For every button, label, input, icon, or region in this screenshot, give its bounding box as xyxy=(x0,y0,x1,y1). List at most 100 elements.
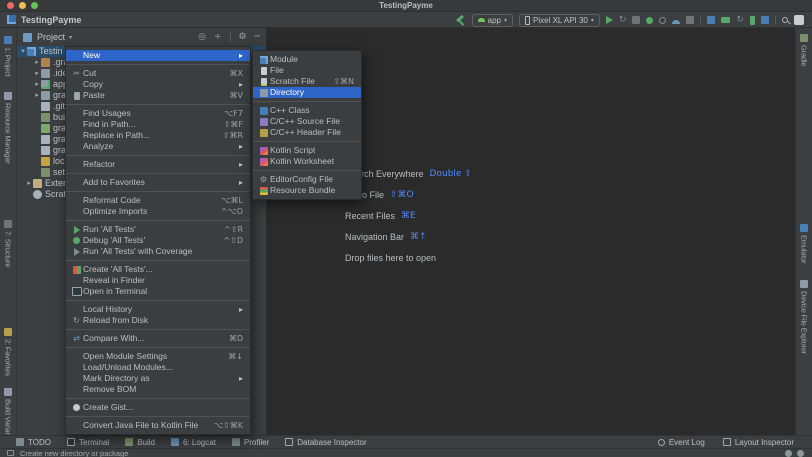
hint-label: Navigation Bar xyxy=(345,233,404,242)
menu-item[interactable]: Optimize Imports ^⌥O xyxy=(66,206,250,217)
tree-item-icon xyxy=(27,47,36,56)
menu-item[interactable]: Run 'All Tests' with Coverage xyxy=(66,246,250,257)
device-mirror-button[interactable] xyxy=(750,16,755,25)
toolwindow-database-inspector[interactable]: Database Inspector xyxy=(285,438,366,447)
feedback-emoji-icon[interactable] xyxy=(797,450,804,457)
profiler-button[interactable] xyxy=(672,20,680,24)
menu-item[interactable]: Module xyxy=(253,54,361,65)
menu-item-label: C/C++ Source File xyxy=(270,116,340,127)
device-selector[interactable]: Pixel XL API 30 ▾ xyxy=(519,14,600,27)
apply-changes-button[interactable]: ↻ xyxy=(619,16,627,25)
hide-panel-button[interactable]: ─ xyxy=(255,32,260,42)
menu-item[interactable]: Directory xyxy=(253,87,361,98)
menu-item[interactable]: Load/Unload Modules... xyxy=(66,362,250,373)
menu-item[interactable]: Kotlin Script xyxy=(253,145,361,156)
menu-section: Create 'All Tests'... Reveal in Finder O… xyxy=(66,260,250,297)
panel-settings-button[interactable]: ⚙ xyxy=(239,32,247,42)
menu-item[interactable]: Copy xyxy=(66,79,250,90)
toolwindow-todo[interactable]: TODO xyxy=(16,438,51,447)
avd-manager-button[interactable] xyxy=(721,17,730,23)
menu-item[interactable]: Open in Terminal xyxy=(66,286,250,297)
menu-item[interactable]: C/C++ Source File xyxy=(253,116,361,127)
search-everywhere-button[interactable] xyxy=(782,17,788,23)
menu-item[interactable]: Find Usages ⌥F7 xyxy=(66,108,250,119)
menu-item[interactable]: New xyxy=(66,50,250,61)
toolwindow-logcat[interactable]: 6: Logcat xyxy=(171,438,216,447)
device-manager-button[interactable] xyxy=(707,16,715,24)
menu-item-shortcut: ⌥F7 xyxy=(214,108,243,119)
menu-item[interactable]: Replace in Path... ⇧⌘R xyxy=(66,130,250,141)
menu-item[interactable]: Local History xyxy=(66,304,250,315)
run-button[interactable] xyxy=(606,16,613,24)
sidebar-item-gradle[interactable]: Gradle xyxy=(796,34,812,66)
menu-item[interactable]: Convert Java File to Kotlin File ⌥⇧⌘K xyxy=(66,420,250,431)
menu-item-label: Optimize Imports xyxy=(83,206,147,217)
menu-item[interactable]: Debug 'All Tests' ^⇧D xyxy=(66,235,250,246)
attach-debugger-button[interactable] xyxy=(659,17,666,24)
sidebar-item-resource-manager[interactable]: Resource Manager xyxy=(0,92,16,164)
menu-item[interactable]: Analyze xyxy=(66,141,250,152)
menu-item[interactable]: Reformat Code ⌥⌘L xyxy=(66,195,250,206)
toolwindow-profiler[interactable]: Profiler xyxy=(232,438,269,447)
project-view-selector[interactable]: Project xyxy=(37,32,65,42)
hint-shortcut: ⌘↑ xyxy=(410,233,427,242)
status-icon xyxy=(7,450,14,456)
sidebar-item-emulator[interactable]: Emulator xyxy=(796,224,812,263)
sdk-manager-button[interactable] xyxy=(761,16,769,24)
menu-item[interactable]: Create 'All Tests'... xyxy=(66,264,250,275)
menu-item[interactable]: Reload from Disk xyxy=(66,315,250,326)
menu-item[interactable]: Run 'All Tests' ^⇧R xyxy=(66,224,250,235)
menu-item[interactable]: Paste ⌘V xyxy=(66,90,250,101)
expand-arrow-icon[interactable]: ▸ xyxy=(25,178,33,189)
menu-item[interactable]: Remove BOM xyxy=(66,384,250,395)
expand-arrow-icon[interactable]: ▸ xyxy=(33,90,41,101)
expand-arrow-icon[interactable]: ▸ xyxy=(33,68,41,79)
sidebar-item-device-file-explorer[interactable]: Device File Explorer xyxy=(796,280,812,354)
stop-button[interactable] xyxy=(686,16,694,24)
expand-arrow-icon[interactable]: ▸ xyxy=(33,79,41,90)
feedback-emoji-icon[interactable] xyxy=(785,450,792,457)
menu-item[interactable]: EditorConfig File xyxy=(253,174,361,185)
menu-item[interactable]: Add to Favorites xyxy=(66,177,250,188)
menu-item[interactable]: Find in Path... ⇧⌘F xyxy=(66,119,250,130)
tree-item-icon xyxy=(41,80,50,89)
menu-item[interactable]: Scratch File ⇧⌘N xyxy=(253,76,361,87)
menu-item[interactable]: C/C++ Header File xyxy=(253,127,361,138)
menu-item[interactable]: Reveal in Finder xyxy=(66,275,250,286)
debug-button[interactable] xyxy=(646,17,653,24)
build-hammer-icon[interactable] xyxy=(455,15,466,26)
menu-item-label: Debug 'All Tests' xyxy=(83,235,145,246)
menu-item[interactable]: File xyxy=(253,65,361,76)
toolwindow-event-log[interactable]: Event Log xyxy=(658,438,705,447)
collapse-all-button[interactable]: ÷ xyxy=(214,32,222,42)
menu-item[interactable]: Refactor xyxy=(66,159,250,170)
toolbar-divider xyxy=(700,15,701,25)
toolwindow-layout-inspector[interactable]: Layout Inspector xyxy=(723,438,794,447)
expand-arrow-icon[interactable]: ▾ xyxy=(19,46,27,57)
sidebar-item-favorites[interactable]: 2: Favorites xyxy=(0,328,16,376)
sidebar-item-build-variants[interactable]: Build Variants xyxy=(0,388,16,435)
sidebar-item-structure[interactable]: 7: Structure xyxy=(0,220,16,267)
toolwindow-terminal[interactable]: Terminal xyxy=(67,438,109,447)
sidebar-item-project[interactable]: 1: Project xyxy=(0,36,16,77)
toolwindow-build[interactable]: Build xyxy=(125,438,155,447)
menu-item[interactable]: Open Module Settings ⌘↓ xyxy=(66,351,250,362)
menu-item[interactable]: C++ Class xyxy=(253,105,361,116)
profile-avatar[interactable] xyxy=(794,15,804,25)
new-submenu: Module File Scratch File ⇧⌘N xyxy=(252,50,362,200)
menu-item[interactable]: Resource Bundle xyxy=(253,185,361,196)
expand-arrow-icon[interactable]: ▸ xyxy=(33,57,41,68)
menu-item[interactable]: Kotlin Worksheet xyxy=(253,156,361,167)
menu-item-label: Compare With... xyxy=(83,333,144,344)
locate-file-button[interactable]: ◎ xyxy=(198,32,206,42)
menu-item[interactable]: Create Gist... xyxy=(66,402,250,413)
menu-item[interactable]: Cut ⌘X xyxy=(66,68,250,79)
gradle-sync-button[interactable]: ↻ xyxy=(736,16,744,25)
apply-code-changes-button[interactable] xyxy=(632,16,640,24)
menu-item[interactable]: Compare With... ⌘D xyxy=(66,333,250,344)
run-config-selector[interactable]: app ▾ xyxy=(472,14,513,27)
menu-item-icon xyxy=(70,208,83,216)
menu-item[interactable]: Mark Directory as xyxy=(66,373,250,384)
menu-item-label: Replace in Path... xyxy=(83,130,150,141)
chevron-down-icon[interactable]: ▾ xyxy=(69,34,72,41)
